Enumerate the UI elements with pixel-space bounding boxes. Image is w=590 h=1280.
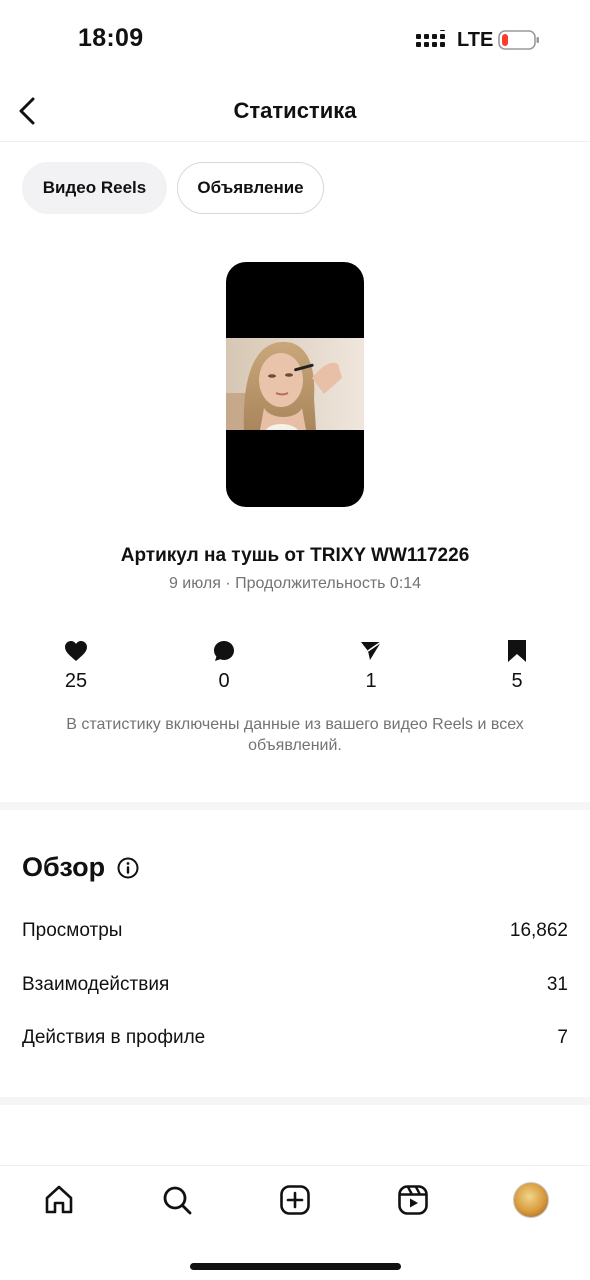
section-divider — [0, 802, 590, 810]
nav-create[interactable] — [275, 1180, 315, 1220]
overview-heading: Обзор — [22, 852, 139, 883]
nav-search[interactable] — [157, 1180, 197, 1220]
comments-count: 0 — [218, 670, 230, 692]
signal-icon — [416, 30, 445, 47]
create-icon — [280, 1185, 310, 1215]
saves-stat: 5 — [487, 638, 547, 693]
shares-stat: 1 — [341, 638, 401, 693]
home-indicator — [190, 1263, 401, 1270]
views-value: 16,862 — [509, 920, 568, 941]
nav-profile[interactable] — [511, 1180, 551, 1220]
reel-preview-image — [226, 338, 364, 430]
interactions-row[interactable]: Взаимодействия 31 — [22, 970, 568, 1000]
insights-screen: 18:09 LTE Статистика Видео Reels Объявле… — [0, 0, 590, 1280]
send-icon — [361, 641, 382, 660]
search-icon — [163, 1186, 192, 1215]
tab-ad[interactable]: Объявление — [177, 162, 324, 214]
nav-home[interactable] — [39, 1180, 79, 1220]
profile-actions-value: 7 — [557, 1027, 568, 1048]
reel-thumbnail[interactable] — [226, 262, 364, 507]
header: Статистика — [0, 80, 590, 142]
views-row[interactable]: Просмотры 16,862 — [22, 916, 568, 946]
overview-title: Обзор — [22, 852, 106, 882]
interactions-label: Взаимодействия — [22, 974, 170, 995]
status-bar: 18:09 LTE — [0, 0, 590, 80]
heart-icon — [65, 641, 87, 661]
status-time: 18:09 — [78, 24, 144, 52]
views-label: Просмотры — [22, 920, 123, 941]
tab-reels-video[interactable]: Видео Reels — [22, 162, 167, 214]
reel-title: Артикул на тушь от TRIXY WW117226 — [120, 545, 470, 566]
shares-count: 1 — [365, 670, 377, 692]
profile-actions-row[interactable]: Действия в профиле 7 — [22, 1023, 568, 1053]
reel-meta: 9 июля · Продолжительность 0:14 — [168, 575, 422, 592]
section-divider — [0, 1097, 590, 1105]
bookmark-icon — [508, 640, 526, 662]
home-icon — [45, 1185, 73, 1214]
nav-reels[interactable] — [393, 1180, 433, 1220]
profile-avatar — [513, 1182, 549, 1218]
profile-actions-label: Действия в профиле — [22, 1027, 206, 1048]
likes-count: 25 — [64, 670, 88, 692]
reels-icon — [398, 1185, 428, 1215]
info-icon[interactable] — [117, 857, 139, 879]
saves-count: 5 — [511, 670, 523, 692]
comment-icon — [214, 641, 234, 661]
page-title: Статистика — [233, 98, 357, 123]
network-type: LTE — [457, 29, 494, 51]
bottom-nav — [0, 1165, 590, 1280]
stats-note: В статистику включены данные из вашего в… — [66, 716, 524, 754]
battery-icon — [498, 30, 539, 50]
comments-stat: 0 — [194, 638, 254, 693]
interactions-value: 31 — [546, 974, 568, 995]
likes-stat: 25 — [46, 638, 106, 693]
